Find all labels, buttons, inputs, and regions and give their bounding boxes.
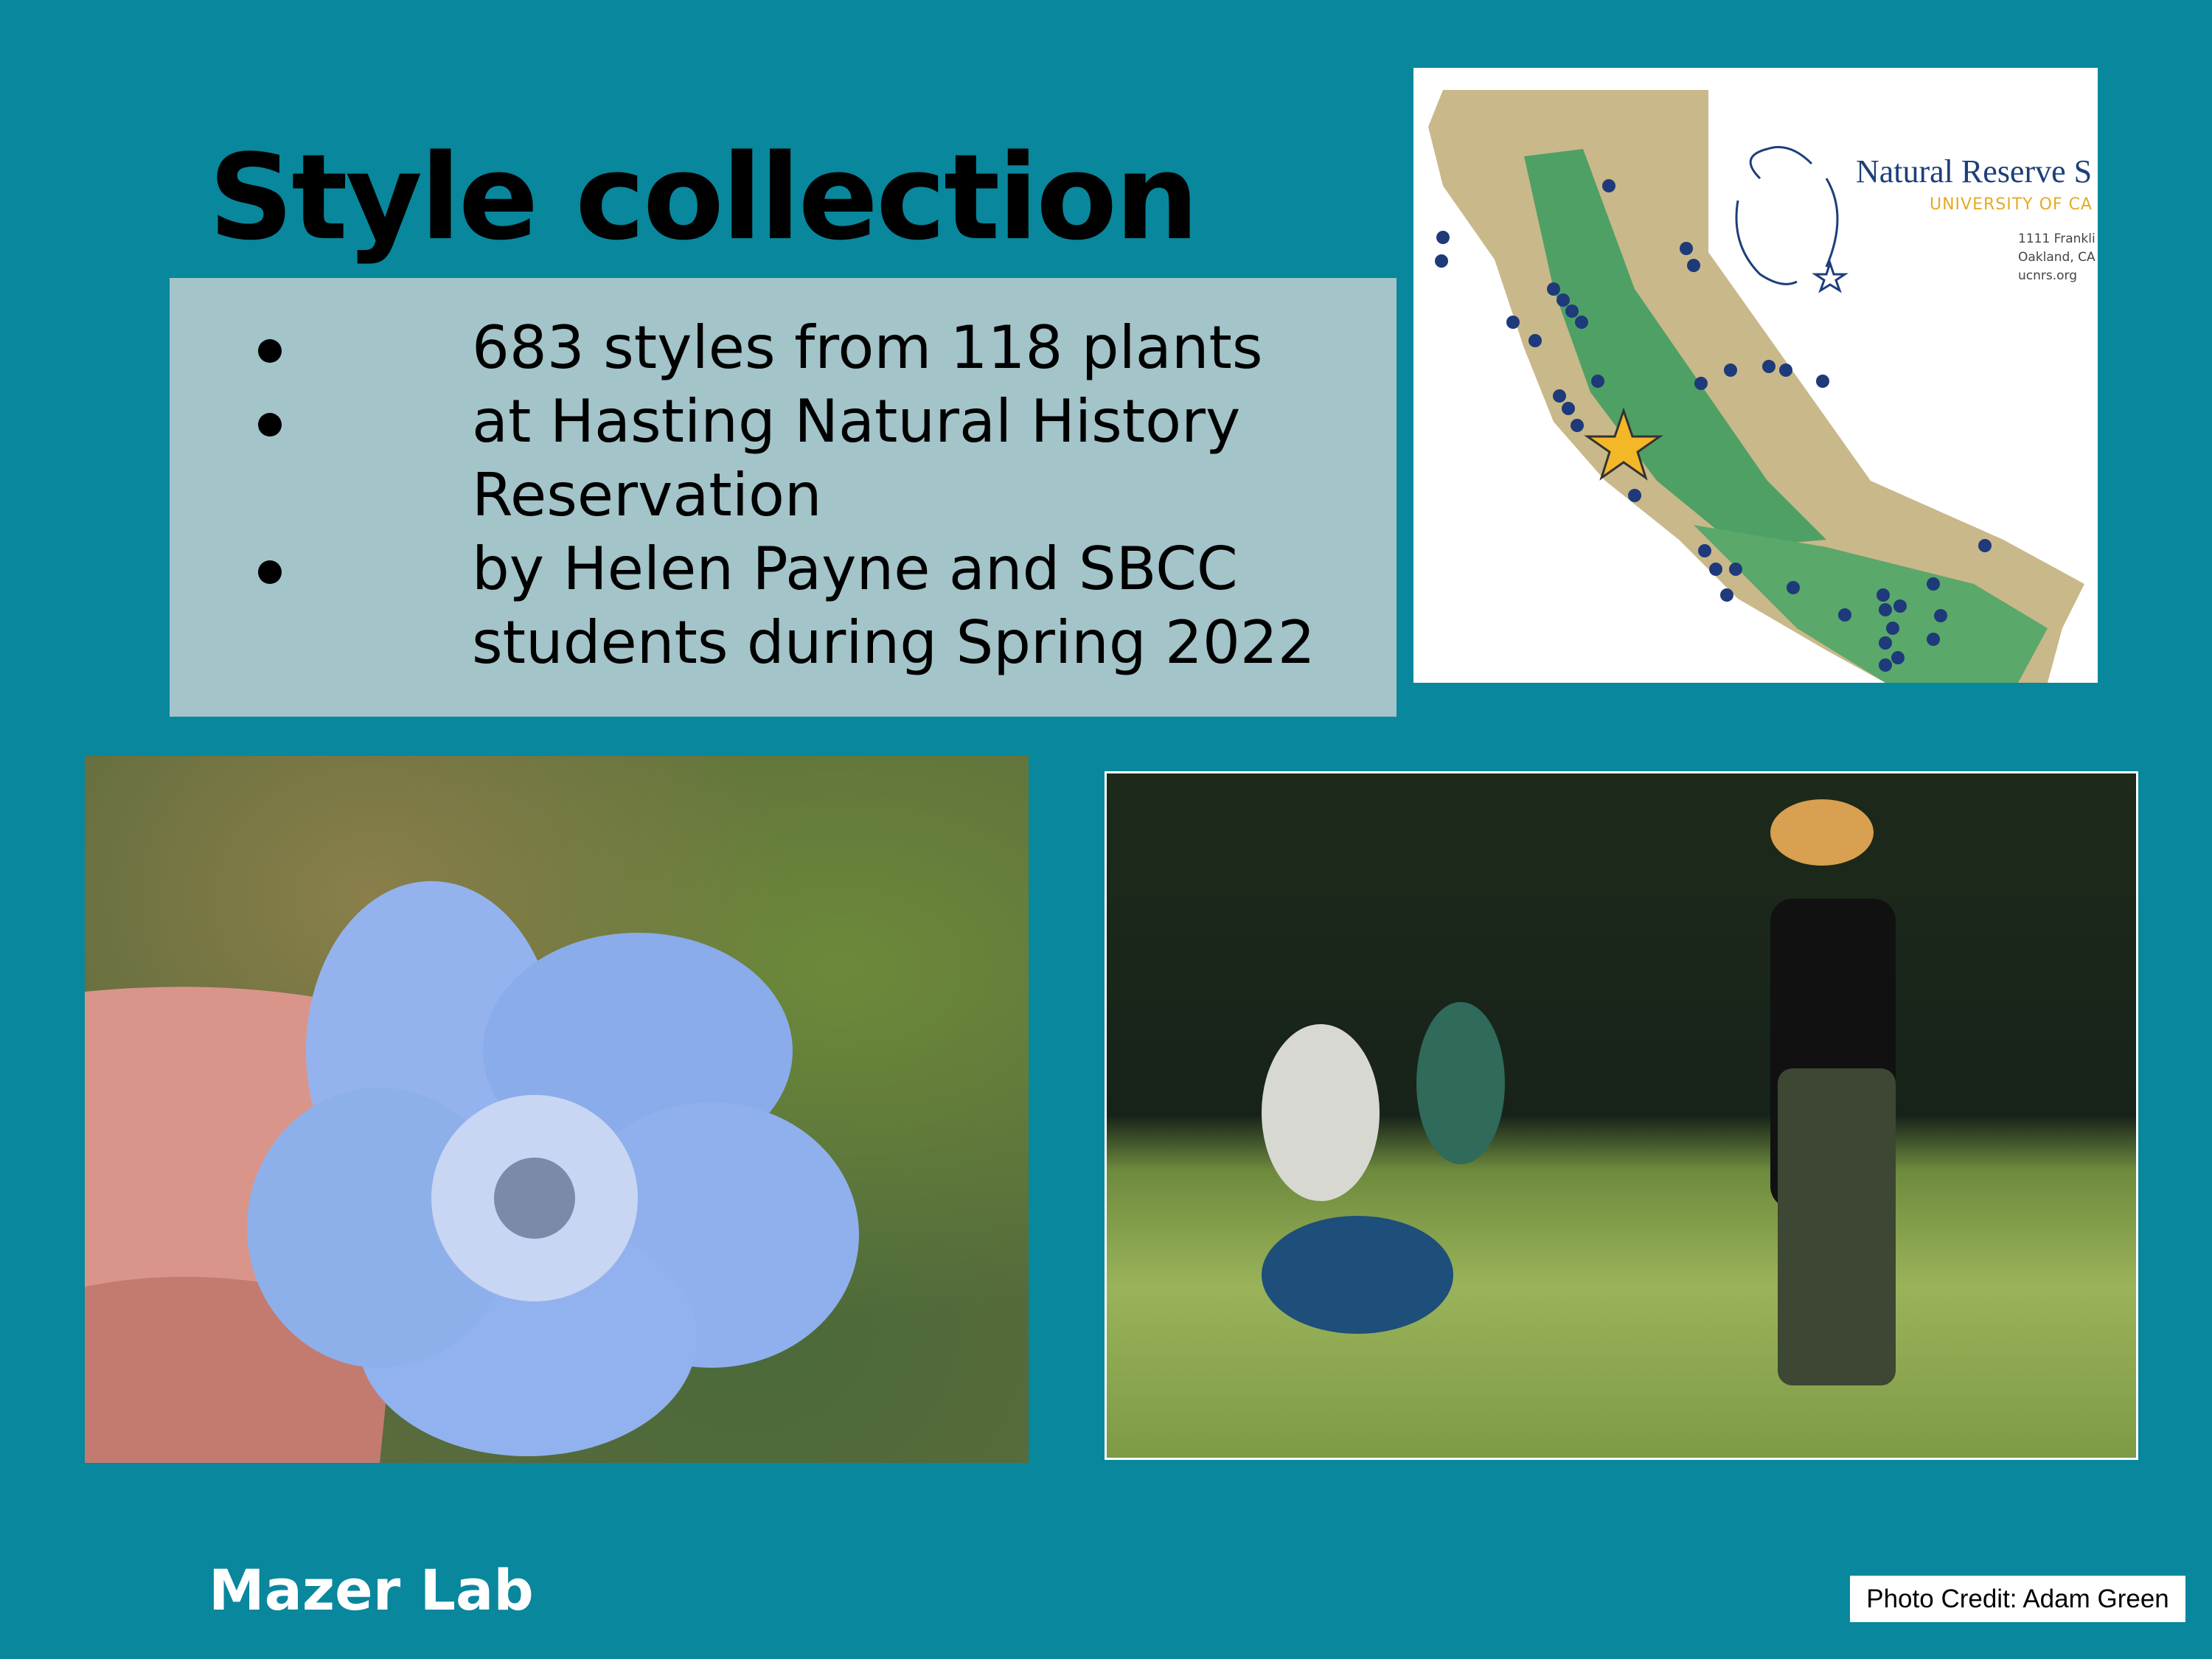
bullet-box: 683 styles from 118 plants at Hasting Na… [170,278,1397,717]
bullet-icon [258,339,282,363]
nrs-address: 1111 Frankli Oakland, CA ucnrs.org [2018,232,2096,283]
bullet-item: at Hasting Natural History Reservation [214,385,1357,532]
nrs-org-subtitle: UNIVERSITY OF CA [1930,195,2093,214]
photo-credit: Photo Credit: Adam Green [1850,1576,2185,1622]
california-reserve-map: Natural Reserve S UNIVERSITY OF CA 1111 … [1413,68,2098,683]
bullet-icon [258,413,282,437]
bullet-item: 683 styles from 118 plants [214,311,1357,385]
slide-title: Style collection [209,128,1199,266]
flower-photo [85,756,1029,1463]
nrs-org-name: Natural Reserve S [1856,153,2093,189]
nrs-logo [1735,146,1848,293]
bullet-list: 683 styles from 118 plants at Hasting Na… [214,311,1357,680]
bullet-item: by Helen Payne and SBCC students during … [214,532,1357,680]
bullet-icon [258,560,282,584]
field-work-photo [1105,771,2138,1460]
lab-name-footer: Mazer Lab [209,1557,534,1623]
